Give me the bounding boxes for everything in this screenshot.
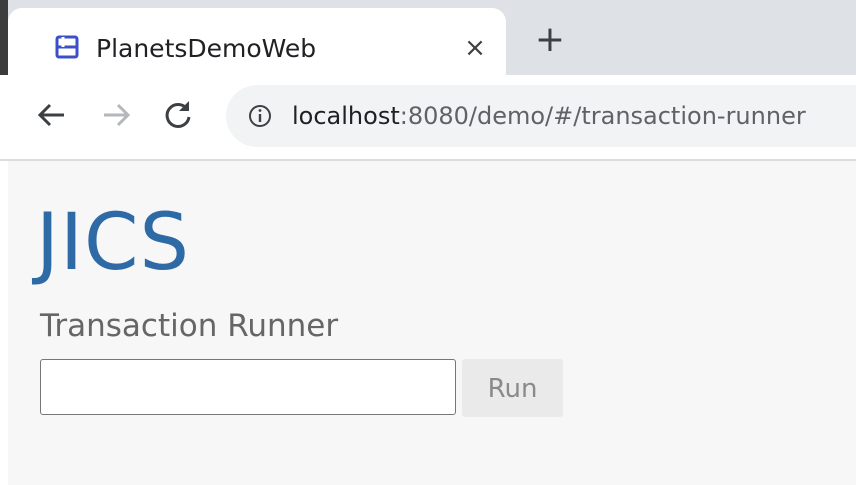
tab-planets-demo-web[interactable]: PlanetsDemoWeb × (8, 8, 506, 75)
info-icon[interactable] (248, 104, 272, 128)
forward-arrow-icon[interactable] (98, 97, 134, 133)
section-title: Transaction Runner (40, 308, 339, 344)
back-arrow-icon[interactable] (34, 97, 70, 133)
address-bar[interactable]: localhost:8080/demo/#/transaction-runner (226, 85, 856, 147)
new-tab-button[interactable]: + (532, 22, 568, 58)
url-path: :8080/demo/#/transaction-runner (399, 102, 806, 130)
run-button[interactable]: Run (462, 359, 563, 417)
reload-icon[interactable] (160, 97, 196, 133)
transaction-input[interactable] (40, 359, 456, 415)
browser-toolbar: localhost:8080/demo/#/transaction-runner (0, 75, 856, 161)
app-favicon-icon (55, 35, 79, 59)
tab-title: PlanetsDemoWeb (96, 34, 317, 63)
tab-strip: PlanetsDemoWeb × + (0, 0, 856, 75)
app-title: JICS (36, 198, 190, 288)
browser-window: PlanetsDemoWeb × + localhost:8080/demo/#… (0, 0, 856, 485)
url-text: localhost:8080/demo/#/transaction-runner (292, 101, 806, 131)
url-host: localhost (292, 102, 400, 130)
close-tab-icon[interactable]: × (460, 33, 490, 63)
window-edge (0, 0, 8, 75)
page-content: JICS Transaction Runner Run (8, 161, 856, 485)
